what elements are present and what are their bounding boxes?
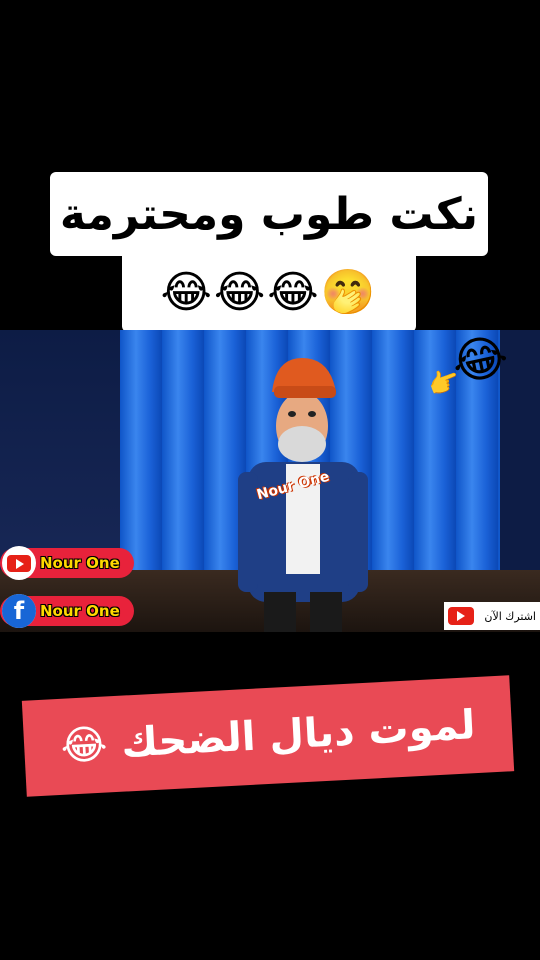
youtube-channel-name: Nour One bbox=[40, 554, 120, 572]
facebook-page-badge[interactable]: f Nour One bbox=[0, 594, 134, 628]
subscribe-label: اشترك الآن bbox=[484, 609, 536, 623]
facebook-page-name: Nour One bbox=[40, 602, 120, 620]
youtube-channel-badge[interactable]: Nour One bbox=[0, 546, 134, 580]
youtube-icon bbox=[448, 607, 474, 625]
laughing-emoji-row: 😂😂😂🤭 bbox=[160, 267, 378, 318]
caption-banner: لموت ديال الضحك 😂 bbox=[21, 675, 515, 797]
title-emoji-box: 😂😂😂🤭 bbox=[122, 252, 416, 332]
caption-text: لموت ديال الضحك 😂 bbox=[59, 702, 477, 770]
title-box: نكت طوب ومحترمة bbox=[50, 172, 488, 256]
video-title: نكت طوب ومحترمة bbox=[59, 188, 479, 240]
subscribe-button[interactable]: اشترك الآن bbox=[444, 602, 540, 630]
youtube-icon bbox=[2, 546, 36, 580]
facebook-icon: f bbox=[2, 594, 36, 628]
